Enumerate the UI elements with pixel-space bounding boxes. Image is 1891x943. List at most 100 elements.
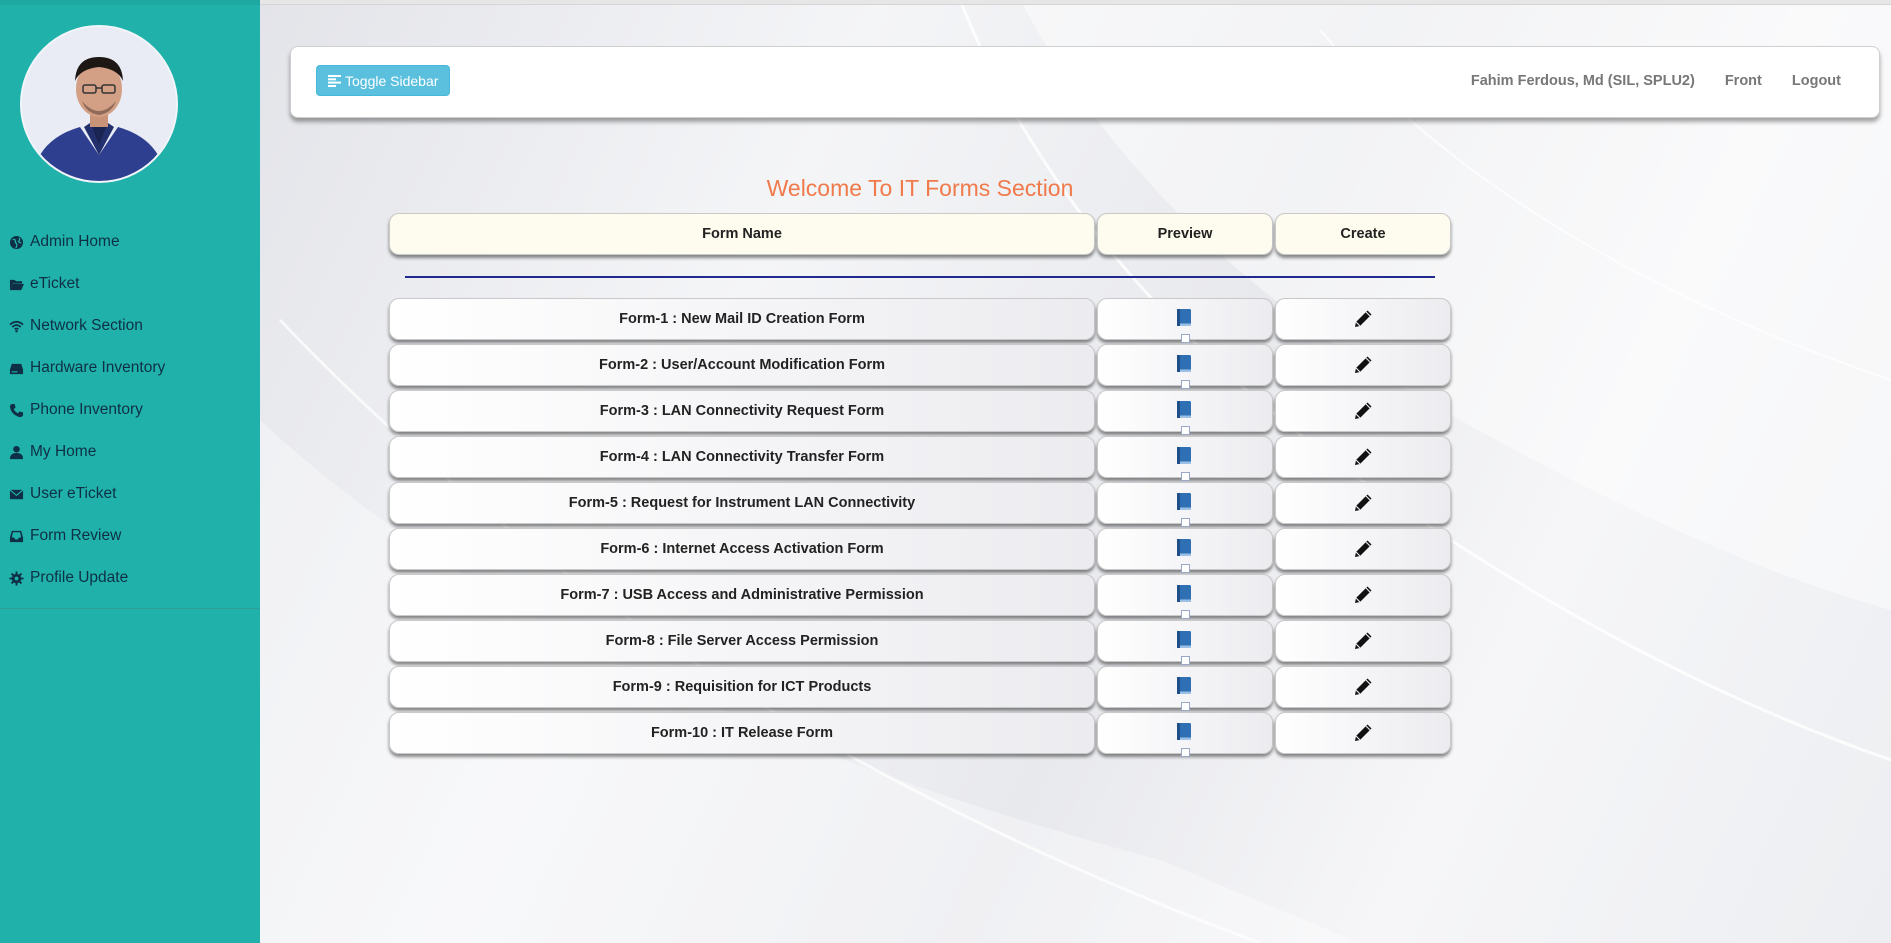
gear-icon	[9, 569, 27, 587]
form-name-cell: Form-8 : File Server Access Permission	[389, 620, 1095, 662]
sidebar-item-admin-home[interactable]: Admin Home	[0, 221, 260, 263]
form-name-cell: Form-9 : Requisition for ICT Products	[389, 666, 1095, 708]
hdd-icon	[9, 359, 27, 377]
sidebar-item-label: User eTicket	[30, 485, 117, 502]
sidebar-item-network-section[interactable]: Network Section	[0, 305, 260, 347]
column-header-create: Create	[1275, 213, 1451, 255]
pencil-icon[interactable]	[1353, 355, 1373, 375]
top-right-links: Fahim Ferdous, Md (SIL, SPLU2) Front Log…	[1441, 73, 1841, 89]
align-left-icon	[328, 74, 341, 87]
preview-checkbox[interactable]	[1181, 610, 1190, 619]
sidebar-nav: Admin Home eTicket Network Section Hardw…	[0, 221, 260, 599]
preview-cell	[1097, 712, 1273, 757]
sidebar-item-hardware-inventory[interactable]: Hardware Inventory	[0, 347, 260, 389]
create-cell	[1275, 344, 1451, 386]
form-name-cell: Form-5 : Request for Instrument LAN Conn…	[389, 482, 1095, 524]
preview-cell	[1097, 436, 1273, 481]
sidebar-item-my-home[interactable]: My Home	[0, 431, 260, 473]
avatar	[20, 25, 178, 183]
sidebar-item-user-eticket[interactable]: User eTicket	[0, 473, 260, 515]
preview-cell	[1097, 620, 1273, 665]
preview-book-icon[interactable]	[1175, 538, 1195, 573]
sidebar-item-form-review[interactable]: Form Review	[0, 515, 260, 557]
preview-checkbox[interactable]	[1181, 656, 1190, 665]
top-navbar: Toggle Sidebar Fahim Ferdous, Md (SIL, S…	[290, 46, 1880, 118]
pencil-icon[interactable]	[1353, 493, 1373, 513]
pencil-icon[interactable]	[1353, 677, 1373, 697]
page-title: Welcome To IT Forms Section	[766, 175, 1074, 201]
preview-book-icon[interactable]	[1175, 354, 1195, 389]
preview-checkbox[interactable]	[1181, 426, 1190, 435]
header-divider	[405, 276, 1435, 278]
folder-open-icon	[9, 275, 27, 293]
preview-book-icon[interactable]	[1175, 308, 1195, 343]
sidebar-item-label: Network Section	[30, 317, 143, 334]
preview-cell	[1097, 666, 1273, 711]
sidebar-item-label: eTicket	[30, 275, 80, 292]
create-cell	[1275, 436, 1451, 478]
pencil-icon[interactable]	[1353, 631, 1373, 651]
pencil-icon[interactable]	[1353, 401, 1373, 421]
column-header-form-name: Form Name	[389, 213, 1095, 255]
pencil-icon[interactable]	[1353, 723, 1373, 743]
logout-link[interactable]: Logout	[1792, 73, 1841, 89]
form-name-cell: Form-1 : New Mail ID Creation Form	[389, 298, 1095, 340]
sidebar-item-eticket[interactable]: eTicket	[0, 263, 260, 305]
preview-cell	[1097, 390, 1273, 435]
preview-cell	[1097, 298, 1273, 343]
pencil-icon[interactable]	[1353, 447, 1373, 467]
preview-book-icon[interactable]	[1175, 722, 1195, 757]
sidebar-item-label: Phone Inventory	[30, 401, 143, 418]
preview-cell	[1097, 344, 1273, 389]
top-border	[260, 0, 1891, 5]
preview-book-icon[interactable]	[1175, 676, 1195, 711]
preview-cell	[1097, 528, 1273, 573]
toggle-sidebar-label: Toggle Sidebar	[345, 72, 439, 89]
form-name-cell: Form-4 : LAN Connectivity Transfer Form	[389, 436, 1095, 478]
create-cell	[1275, 620, 1451, 662]
preview-checkbox[interactable]	[1181, 748, 1190, 757]
form-name-cell: Form-2 : User/Account Modification Form	[389, 344, 1095, 386]
sidebar-item-label: My Home	[30, 443, 97, 460]
preview-checkbox[interactable]	[1181, 564, 1190, 573]
sidebar-item-label: Profile Update	[30, 569, 129, 586]
create-cell	[1275, 390, 1451, 432]
preview-book-icon[interactable]	[1175, 492, 1195, 527]
preview-checkbox[interactable]	[1181, 334, 1190, 343]
form-name-cell: Form-10 : IT Release Form	[389, 712, 1095, 754]
preview-cell	[1097, 482, 1273, 527]
preview-book-icon[interactable]	[1175, 446, 1195, 481]
inbox-icon	[9, 527, 27, 545]
sidebar-item-profile-update[interactable]: Profile Update	[0, 557, 260, 599]
create-cell	[1275, 482, 1451, 524]
preview-checkbox[interactable]	[1181, 702, 1190, 711]
preview-cell	[1097, 574, 1273, 619]
preview-checkbox[interactable]	[1181, 472, 1190, 481]
sidebar-top-border	[0, 0, 260, 5]
form-name-cell: Form-7 : USB Access and Administrative P…	[389, 574, 1095, 616]
user-icon	[9, 443, 27, 461]
create-cell	[1275, 574, 1451, 616]
pencil-icon[interactable]	[1353, 539, 1373, 559]
create-cell	[1275, 298, 1451, 340]
create-cell	[1275, 666, 1451, 708]
create-cell	[1275, 528, 1451, 570]
preview-checkbox[interactable]	[1181, 380, 1190, 389]
pencil-icon[interactable]	[1353, 585, 1373, 605]
toggle-sidebar-button[interactable]: Toggle Sidebar	[316, 65, 451, 96]
pencil-icon[interactable]	[1353, 309, 1373, 329]
sidebar-item-phone-inventory[interactable]: Phone Inventory	[0, 389, 260, 431]
avatar-image	[22, 27, 176, 181]
preview-book-icon[interactable]	[1175, 584, 1195, 619]
front-link[interactable]: Front	[1725, 73, 1762, 89]
form-name-cell: Form-3 : LAN Connectivity Request Form	[389, 390, 1095, 432]
main-content: Toggle Sidebar Fahim Ferdous, Md (SIL, S…	[260, 0, 1891, 943]
phone-icon	[9, 401, 27, 419]
create-cell	[1275, 712, 1451, 754]
globe-icon	[9, 233, 27, 251]
envelope-icon	[9, 485, 27, 503]
preview-checkbox[interactable]	[1181, 518, 1190, 527]
wifi-icon	[9, 317, 27, 335]
preview-book-icon[interactable]	[1175, 400, 1195, 435]
preview-book-icon[interactable]	[1175, 630, 1195, 665]
